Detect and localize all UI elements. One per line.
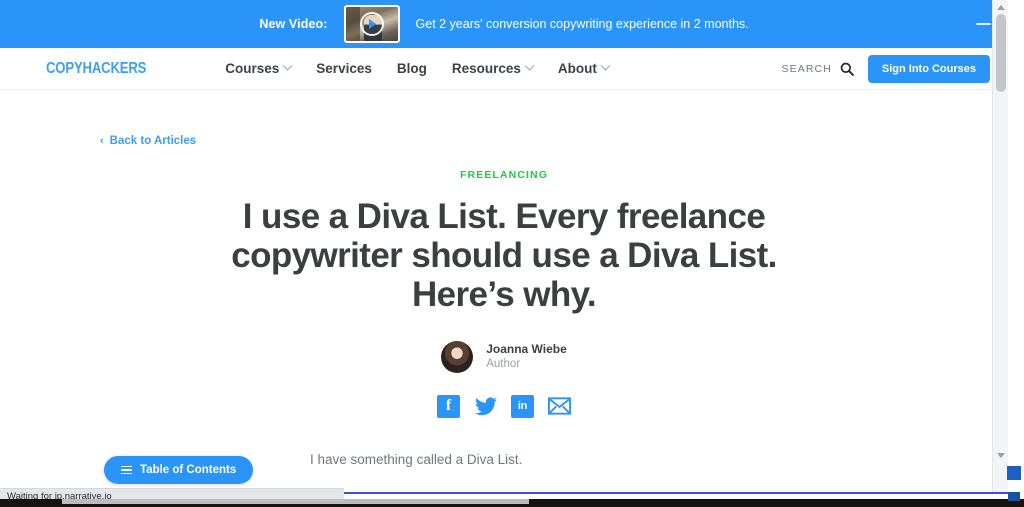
web-page: New Video: Get 2 years' conversion copyw… [0,0,1008,492]
chevron-down-icon [282,60,293,71]
search-trigger[interactable]: SEARCH [782,62,854,76]
scroll-up-arrow-icon[interactable] [996,5,1005,10]
article-category[interactable]: FREELANCING [0,169,1008,181]
page-title: I use a Diva List. Every freelance copyw… [231,197,777,315]
article-paragraph: I have something called a Diva List. [310,451,523,467]
nav-label-about: About [557,61,597,76]
site-logo[interactable]: COPYHACKERS [46,60,146,78]
author-info: Joanna Wiebe Author [486,342,567,371]
video-play-icon[interactable] [343,5,400,43]
list-line [121,469,132,471]
nav-item-blog[interactable]: Blog [397,61,427,76]
scrollbar-thumb[interactable] [996,14,1006,92]
author-role: Author [486,357,521,370]
minimize-icon[interactable] [972,13,994,35]
promo-banner-label: New Video: [259,17,328,31]
linkedin-glyph: in [517,400,528,413]
linkedin-square: in [511,394,534,418]
sign-into-courses-button[interactable]: Sign Into Courses [867,54,990,83]
window-bottom-light [62,499,529,504]
facebook-square: f [437,394,460,418]
back-to-articles-link[interactable]: ‹ Back to Articles [100,135,196,147]
back-to-articles-label: Back to Articles [109,135,197,147]
search-label: SEARCH [781,62,832,75]
promo-banner[interactable]: New Video: Get 2 years' conversion copyw… [0,0,1008,48]
promo-banner-content: New Video: Get 2 years' conversion copyw… [259,5,749,43]
main-navigation: Courses Services Blog Resources About [225,60,611,76]
promo-banner-text: Get 2 years' conversion copywriting expe… [415,17,749,31]
nav-item-services[interactable]: Services [316,61,372,76]
author-name[interactable]: Joanna Wiebe [486,342,567,357]
nav-item-courses[interactable]: Courses [225,60,293,76]
thumbnail-backdrop [345,7,360,41]
browser-viewport: New Video: Get 2 years' conversion copyw… [0,0,1024,507]
play-button-circle [359,12,384,36]
facebook-icon[interactable]: f [437,394,460,418]
nav-item-resources[interactable]: Resources [451,60,535,76]
table-of-contents-label: Table of Contents [140,464,237,476]
facebook-glyph: f [445,397,452,415]
author-byline: Joanna Wiebe Author [0,340,1008,373]
avatar [441,340,474,373]
list-line [121,465,132,468]
list-line [121,472,132,475]
nav-item-about[interactable]: About [557,60,611,76]
header-actions: SEARCH Sign Into Courses [782,54,990,83]
nav-label-blog: Blog [396,61,427,76]
minimize-dash [975,23,991,25]
email-icon[interactable] [548,395,571,418]
list-icon [121,465,132,475]
window-accent-marker-lower [1008,492,1020,501]
back-arrow-icon: ‹ [100,134,104,147]
vertical-scrollbar[interactable] [992,0,1008,492]
chevron-down-icon [524,60,535,71]
article-container: ‹ Back to Articles FREELANCING I use a D… [0,90,1008,492]
search-icon[interactable] [840,62,854,76]
scroll-down-arrow-icon[interactable] [996,453,1005,458]
site-header: COPYHACKERS Courses Services Blog Resour… [0,48,1008,90]
table-of-contents-button[interactable]: Table of Contents [104,456,254,484]
chevron-down-icon [600,60,611,71]
window-accent-marker [1007,466,1021,480]
nav-label-courses: Courses [225,61,280,76]
nav-label-services: Services [316,61,372,76]
linkedin-icon[interactable]: in [511,394,534,418]
twitter-icon[interactable] [474,395,497,418]
article-body: I have something called a Diva List. It'… [310,450,730,492]
play-triangle-icon [369,19,377,29]
nav-label-resources: Resources [451,61,521,76]
social-share-row: f in [0,394,1008,418]
